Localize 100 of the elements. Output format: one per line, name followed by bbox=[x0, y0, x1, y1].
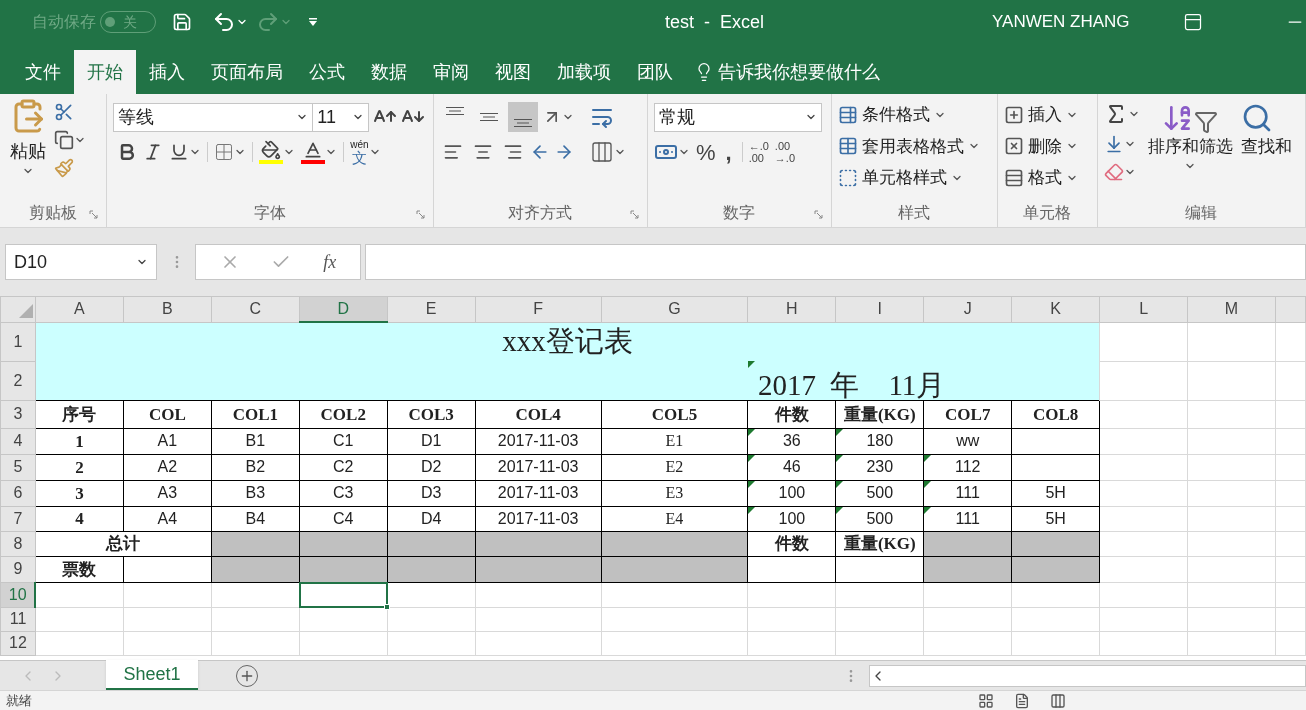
find-select-button[interactable]: 查找和 bbox=[1240, 102, 1292, 182]
align-left-icon bbox=[442, 142, 463, 162]
style-icon bbox=[837, 136, 858, 157]
cells-menu-button[interactable]: 删除 bbox=[1004, 133, 1091, 159]
align-center-icon bbox=[472, 142, 493, 162]
styles-menu-button[interactable]: 套用表格格式 bbox=[837, 133, 992, 159]
header-cell: 重量(KG) bbox=[843, 404, 916, 424]
column-header[interactable]: H bbox=[747, 296, 836, 322]
header-cell: 3 bbox=[75, 483, 84, 503]
ribbon-tab[interactable]: 文件 bbox=[12, 50, 74, 94]
eraser-icon[interactable] bbox=[1103, 162, 1124, 182]
dialog-launcher-icon[interactable] bbox=[813, 210, 823, 219]
formula-input[interactable] bbox=[365, 244, 1306, 280]
ribbon-display-options-icon[interactable] bbox=[1183, 12, 1203, 32]
header-cell: COL4 bbox=[515, 404, 561, 424]
column-header[interactable]: C bbox=[211, 296, 300, 322]
table-cell: D4 bbox=[420, 509, 442, 527]
dialog-launcher-icon[interactable] bbox=[415, 210, 425, 219]
table-cell: 2017-11-03 bbox=[497, 484, 579, 501]
dialog-launcher-icon[interactable] bbox=[89, 210, 99, 219]
column-header[interactable]: F bbox=[475, 296, 602, 322]
fill-color-icon[interactable] bbox=[259, 140, 284, 164]
status-text: 就绪 bbox=[6, 691, 32, 710]
ribbon-tab[interactable]: 开始 bbox=[74, 50, 136, 94]
column-header[interactable]: L bbox=[1099, 296, 1188, 322]
row-header[interactable]: 5 bbox=[0, 454, 36, 480]
page-break-view-icon[interactable] bbox=[1050, 692, 1066, 709]
percent-style-button[interactable]: % bbox=[696, 135, 716, 169]
row-header[interactable]: 7 bbox=[0, 506, 36, 531]
font-color-icon[interactable] bbox=[301, 140, 326, 164]
table-cell: E1 bbox=[665, 432, 684, 449]
page-layout-view-icon[interactable] bbox=[1014, 692, 1030, 709]
ribbon-tab[interactable]: 插入 bbox=[136, 50, 198, 94]
styles-menu-button[interactable]: 单元格样式 bbox=[837, 165, 992, 191]
ribbon-tab[interactable]: 视图 bbox=[482, 50, 544, 94]
font-name-dropdown[interactable]: 等线 bbox=[113, 102, 314, 132]
row-header[interactable]: 10 bbox=[0, 582, 36, 607]
header-cell: COL8 bbox=[1033, 404, 1079, 424]
ribbon-tab[interactable]: 页面布局 bbox=[198, 50, 296, 94]
paint-bucket-icon bbox=[261, 140, 282, 160]
table-cell: A4 bbox=[157, 509, 178, 527]
table-cell: C1 bbox=[333, 432, 354, 449]
comma-style-button[interactable]: , bbox=[721, 135, 736, 169]
insert-function-button[interactable]: fx bbox=[323, 248, 337, 276]
paste-button[interactable]: 粘贴 bbox=[6, 98, 50, 178]
save-icon[interactable] bbox=[172, 12, 192, 32]
number-format-dropdown[interactable]: 常规 bbox=[654, 102, 822, 132]
horizontal-scrollbar[interactable] bbox=[869, 664, 1306, 687]
dialog-launcher-icon[interactable] bbox=[630, 210, 639, 219]
row-header[interactable]: 9 bbox=[0, 556, 36, 582]
sort-filter-button[interactable]: 排序和筛选 bbox=[1147, 102, 1233, 182]
table-cell: 500 bbox=[866, 484, 894, 501]
ribbon-tab[interactable]: 加载项 bbox=[544, 50, 624, 94]
column-header[interactable]: B bbox=[123, 296, 212, 322]
column-header[interactable]: I bbox=[835, 296, 924, 322]
name-box[interactable]: D10 bbox=[5, 244, 157, 280]
cells-menu-button[interactable]: 插入 bbox=[1004, 102, 1091, 128]
decrease-decimal-button[interactable]: .00 →.0 bbox=[774, 140, 796, 164]
row-header[interactable]: 6 bbox=[0, 480, 36, 506]
ribbon-tab[interactable]: 审阅 bbox=[420, 50, 482, 94]
row-header[interactable]: 8 bbox=[0, 531, 36, 556]
row-header[interactable]: 3 bbox=[0, 400, 36, 428]
styles-menu-button[interactable]: 条件格式 bbox=[837, 102, 992, 128]
tell-me-search[interactable]: 告诉我你想要做什么 bbox=[718, 58, 880, 86]
column-header[interactable]: J bbox=[923, 296, 1012, 322]
cells-menu-button[interactable]: 格式 bbox=[1004, 165, 1091, 191]
table-cell: B4 bbox=[245, 509, 266, 527]
increase-decimal-button[interactable]: ←.0 .00 bbox=[748, 140, 769, 164]
bottom-align-icon bbox=[513, 119, 532, 127]
row-header[interactable]: 12 bbox=[0, 631, 36, 655]
ribbon-tab[interactable]: 数据 bbox=[358, 50, 420, 94]
row-header[interactable]: 4 bbox=[0, 428, 36, 454]
merge-center-icon[interactable] bbox=[589, 140, 614, 164]
font-size-dropdown[interactable]: 11 bbox=[313, 102, 370, 132]
table-cell: A2 bbox=[157, 458, 178, 475]
customize-toolbar-icon[interactable] bbox=[308, 17, 318, 27]
scissors-icon[interactable] bbox=[54, 102, 74, 122]
user-name: YANWEN ZHANG bbox=[992, 11, 1130, 34]
normal-view-icon[interactable] bbox=[978, 692, 994, 709]
borders-icon[interactable] bbox=[214, 142, 235, 162]
undo-icon[interactable] bbox=[212, 10, 236, 34]
row-header[interactable]: 2 bbox=[0, 361, 36, 400]
row-header[interactable]: 11 bbox=[0, 607, 36, 631]
ribbon-tab[interactable]: 团队 bbox=[624, 50, 686, 94]
ribbon-tab[interactable]: 公式 bbox=[296, 50, 358, 94]
column-header[interactable]: D bbox=[299, 296, 388, 322]
vertical-align-button[interactable] bbox=[507, 102, 538, 132]
phonetic-guide-button[interactable]: wén 文 bbox=[350, 139, 369, 165]
table-cell: C3 bbox=[333, 484, 354, 501]
copy-icon[interactable] bbox=[54, 130, 74, 150]
table-cell: D1 bbox=[420, 432, 442, 449]
column-header[interactable]: A bbox=[35, 296, 124, 322]
column-header[interactable]: E bbox=[387, 296, 476, 322]
row-header[interactable]: 1 bbox=[0, 322, 36, 361]
table-cell: 2017-11-03 bbox=[497, 509, 579, 527]
column-header[interactable]: G bbox=[601, 296, 748, 322]
column-header[interactable]: K bbox=[1011, 296, 1100, 322]
column-header[interactable]: M bbox=[1187, 296, 1276, 322]
sheet-tab[interactable]: Sheet1 bbox=[106, 660, 198, 690]
group-label: 字体 bbox=[253, 203, 286, 223]
